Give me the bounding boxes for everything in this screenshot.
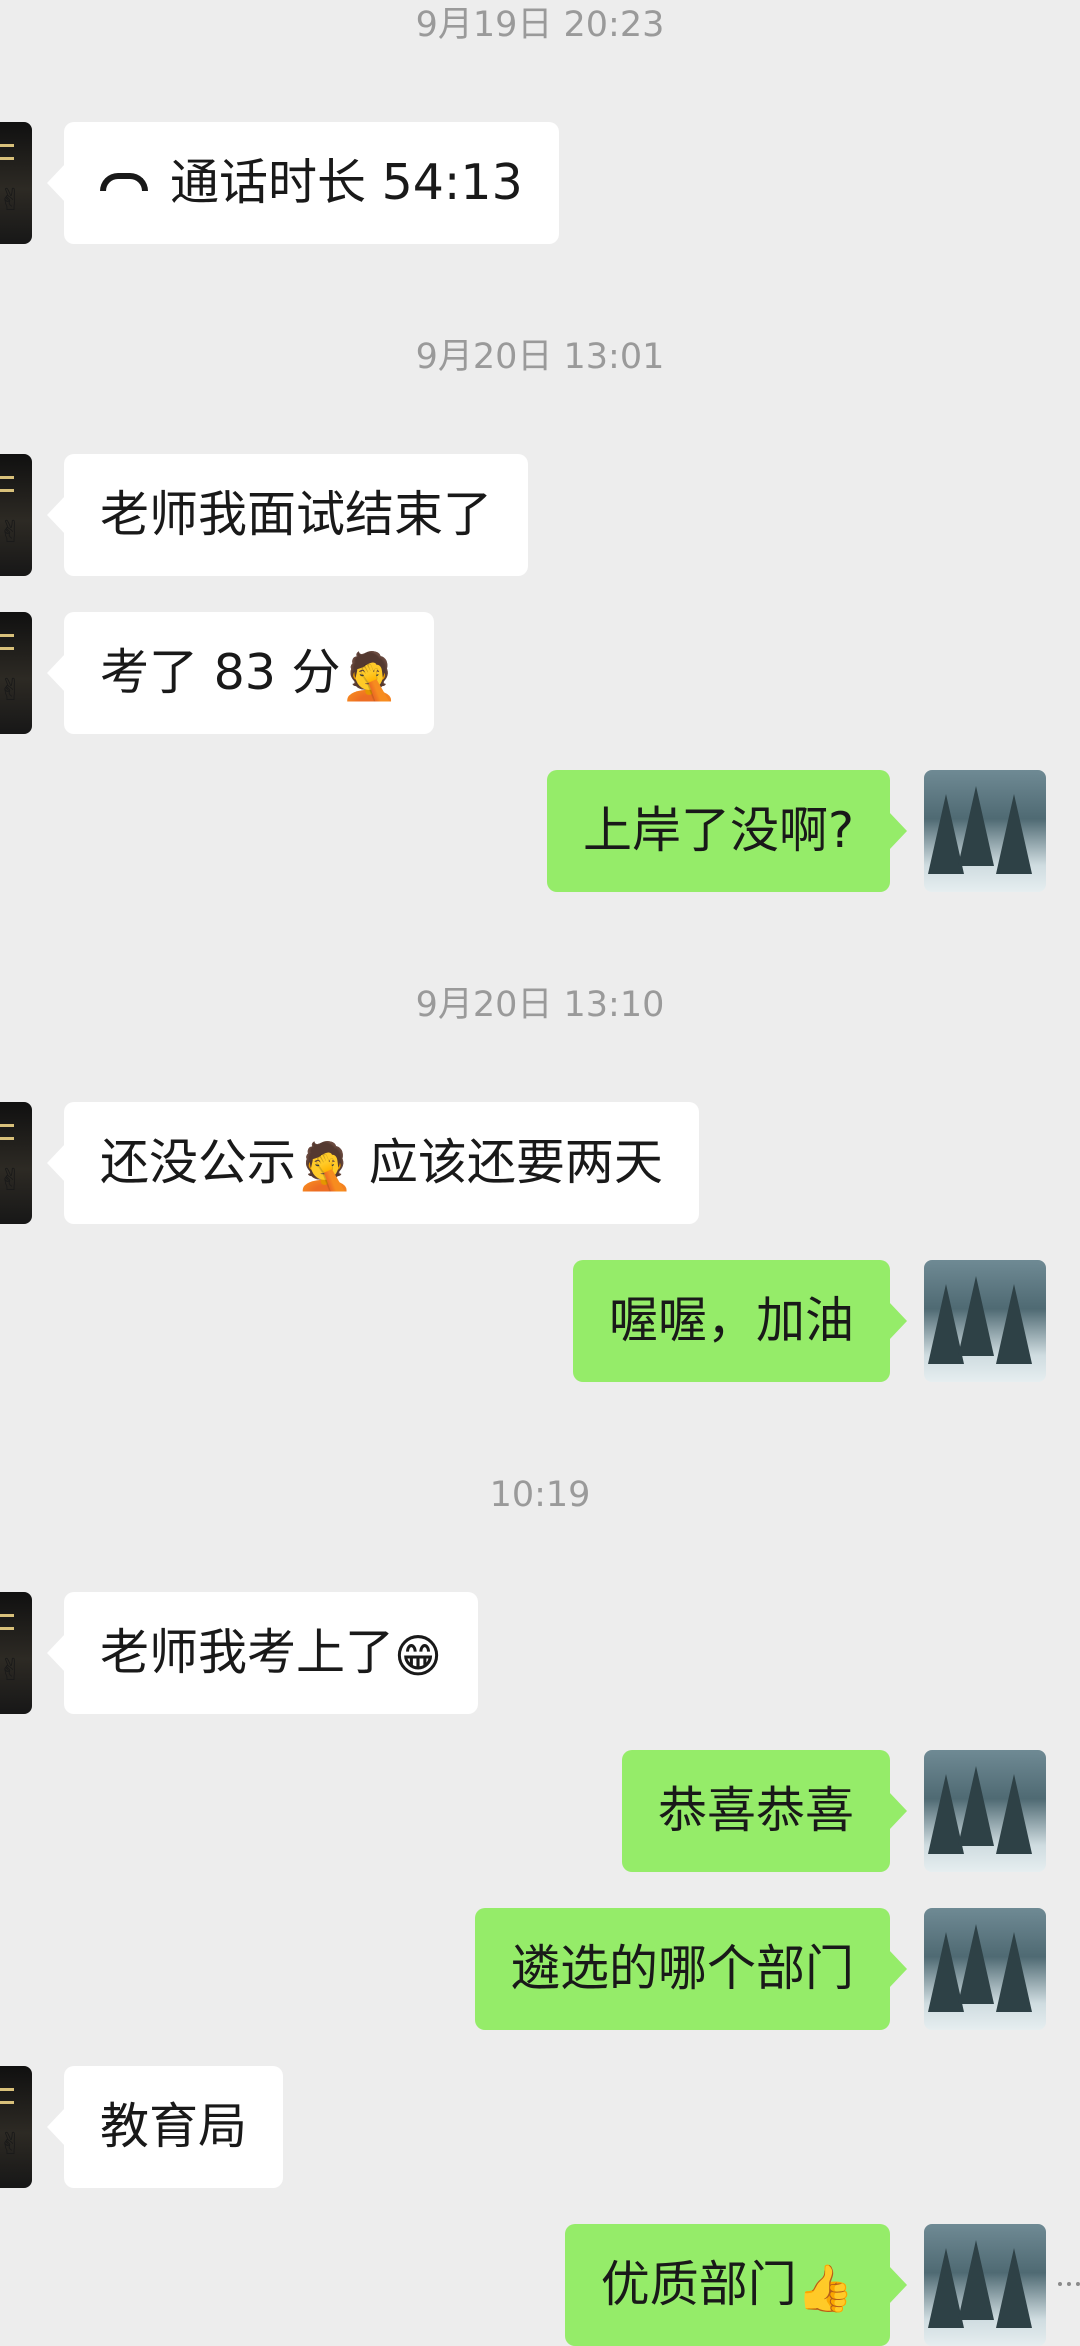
message-text: 教育局: [100, 2098, 248, 2155]
incoming-message[interactable]: 考了 83 分🤦: [47, 612, 434, 734]
message-text: 老师我面试结束了: [100, 486, 493, 543]
scroll-indicator: [1058, 2282, 1080, 2296]
tree-shape: [958, 1766, 994, 1846]
message-text: 应该还要两天: [353, 1134, 663, 1191]
timestamp: 9月20日 13:10: [415, 985, 665, 1025]
tree-shape: [996, 1932, 1032, 2012]
victory-hand-icon: ✌: [0, 673, 24, 708]
my-avatar[interactable]: [924, 2224, 1046, 2346]
grin-emoji-icon: 😁: [394, 1628, 442, 1683]
victory-hand-icon: ✌: [0, 1653, 24, 1688]
my-avatar[interactable]: [924, 1260, 1046, 1382]
timestamp: 9月19日 20:23: [415, 5, 665, 45]
tree-shape: [996, 794, 1032, 874]
tree-shape: [996, 1284, 1032, 1364]
message-text: 考了 83 分: [100, 644, 341, 701]
avatar-glyph: [0, 2088, 14, 2104]
victory-hand-icon: ✌: [0, 515, 24, 550]
message-text: 恭喜恭喜: [657, 1782, 854, 1839]
tree-shape: [996, 1774, 1032, 1854]
contact-avatar[interactable]: ✌: [0, 454, 32, 576]
avatar-glyph: [0, 1614, 14, 1630]
tree-shape: [958, 1924, 994, 2004]
incoming-message[interactable]: 还没公示🤦 应该还要两天: [47, 1102, 699, 1224]
outgoing-message[interactable]: 遴选的哪个部门: [474, 1908, 908, 2030]
contact-avatar[interactable]: ✌: [0, 1592, 32, 1714]
tree-shape: [958, 786, 994, 866]
message-text: 还没公示: [100, 1134, 297, 1191]
avatar-glyph: [0, 634, 14, 650]
message-text: 优质部门: [600, 2256, 797, 2313]
message-text: 喔喔，加油: [608, 1292, 854, 1349]
phone-hangup-icon: [100, 172, 148, 191]
contact-avatar[interactable]: ✌: [0, 2066, 32, 2188]
message-text: 遴选的哪个部门: [510, 1940, 854, 1997]
avatar-glyph: [0, 476, 14, 492]
tree-shape: [996, 2248, 1032, 2328]
avatar-glyph: [0, 144, 14, 160]
facepalm-emoji-icon: 🤦: [296, 1138, 354, 1193]
facepalm-emoji-icon: 🤦: [340, 648, 398, 703]
call-record-bubble[interactable]: 通话时长 54:13: [47, 122, 559, 244]
timestamp: 10:19: [489, 1475, 591, 1515]
contact-avatar[interactable]: ✌: [0, 612, 32, 734]
contact-avatar[interactable]: ✌: [0, 1102, 32, 1224]
call-duration-text: 通话时长 54:13: [170, 154, 523, 211]
thumbs-up-emoji-icon: 👍: [796, 2260, 854, 2315]
message-text: 老师我考上了: [100, 1624, 395, 1681]
outgoing-message[interactable]: 优质部门👍: [564, 2224, 908, 2346]
my-avatar[interactable]: [924, 770, 1046, 892]
timestamp: 9月20日 13:01: [415, 337, 665, 377]
victory-hand-icon: ✌: [0, 183, 24, 218]
incoming-message[interactable]: 老师我面试结束了: [46, 454, 529, 576]
my-avatar[interactable]: [924, 1908, 1046, 2030]
contact-avatar[interactable]: ✌: [0, 122, 32, 244]
outgoing-message[interactable]: 恭喜恭喜: [621, 1750, 908, 1872]
tree-shape: [958, 1276, 994, 1356]
victory-hand-icon: ✌: [0, 1163, 24, 1198]
outgoing-message[interactable]: 上岸了没啊?: [546, 770, 908, 892]
incoming-message[interactable]: 教育局: [46, 2066, 284, 2188]
message-text: 上岸了没啊?: [582, 802, 854, 859]
incoming-message[interactable]: 老师我考上了😁: [47, 1592, 478, 1714]
avatar-glyph: [0, 1124, 14, 1140]
victory-hand-icon: ✌: [0, 2127, 24, 2162]
tree-shape: [958, 2240, 994, 2320]
outgoing-message[interactable]: 喔喔，加油: [572, 1260, 908, 1382]
my-avatar[interactable]: [924, 1750, 1046, 1872]
